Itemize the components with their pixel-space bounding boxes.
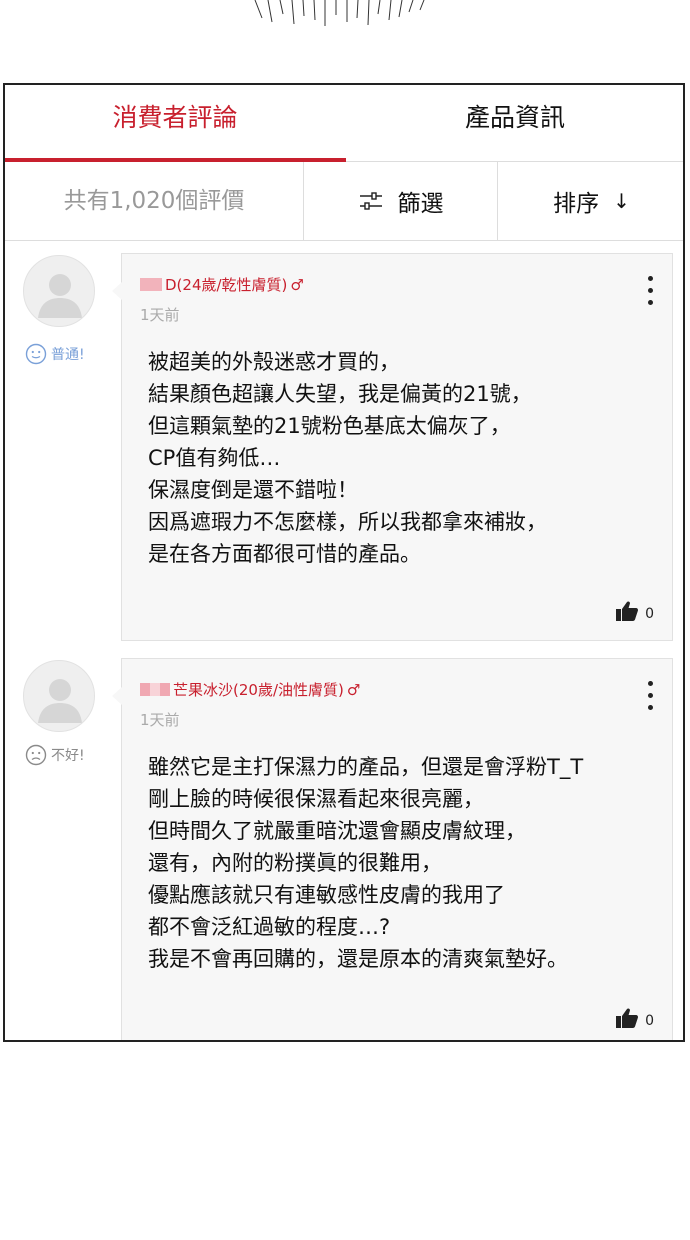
filter-button[interactable]: 篩選: [304, 162, 497, 240]
review-line: 被超美的外殼迷惑才買的，: [148, 350, 400, 374]
reviewer-info: D(24歲/乾性膚質) ♂: [140, 274, 304, 295]
neutral-face-icon: [25, 343, 47, 365]
sort-label: 排序: [553, 191, 600, 217]
review-text: 雖然它是主打保濕力的產品，但還是會浮粉T_T 剛上臉的時候很保濕看起來很亮麗， …: [148, 751, 658, 975]
review-line: 因爲遮瑕力不怎麼樣，所以我都拿來補妝，: [148, 510, 547, 534]
more-options-icon[interactable]: [644, 681, 656, 717]
male-icon: ♂: [346, 680, 361, 699]
review-text: 被超美的外殼迷惑才買的， 結果顏色超讓人失望，我是偏黃的21號， 但這顆氣墊的2…: [148, 346, 658, 570]
review-line: 都不會泛紅過敏的程度…?: [148, 915, 391, 939]
tab-product-info[interactable]: 產品資訊: [345, 85, 683, 161]
censored-name: [140, 278, 162, 291]
rating-badge: 不好!: [25, 744, 85, 766]
thumbs-up-icon: [616, 601, 639, 621]
like-button[interactable]: 0: [615, 600, 654, 622]
reviewer-name: D(24歲/乾性膚質): [165, 276, 288, 294]
rating-label: 不好!: [51, 748, 85, 764]
speech-tail: [112, 687, 122, 705]
speech-tail: [112, 282, 122, 300]
thumbs-up-icon: [616, 1008, 639, 1028]
censored-name: [140, 683, 170, 696]
rating-label: 普通!: [51, 347, 85, 363]
like-count: 0: [645, 1013, 654, 1029]
review-count: 共有1,020個評價: [63, 188, 245, 214]
review-line: 剛上臉的時候很保濕看起來很亮麗，: [148, 787, 484, 811]
more-options-icon[interactable]: [644, 276, 656, 312]
sad-face-icon: [25, 744, 47, 766]
like-count: 0: [645, 606, 654, 622]
like-button[interactable]: 0: [615, 1007, 654, 1029]
reviewer-name: 芒果冰沙(20歲/油性膚質): [173, 681, 344, 699]
avatar: [23, 255, 95, 327]
review-line: 雖然它是主打保濕力的產品，但還是會浮粉T_T: [148, 755, 584, 779]
review-line: 結果顏色超讓人失望，我是偏黃的21號，: [148, 382, 532, 406]
review-line: 是在各方面都很可惜的產品。: [148, 542, 421, 566]
filter-label: 篩選: [397, 191, 444, 217]
review-toolbar: 共有1,020個評價 篩選 排序 ↓: [5, 162, 683, 241]
user-silhouette-icon: [38, 679, 82, 723]
review-card: D(24歲/乾性膚質) ♂ 1天前 被超美的外殼迷惑才買的， 結果顏色超讓人失望…: [112, 253, 673, 641]
decorative-lines: [254, 0, 425, 26]
review-card: 芒果冰沙(20歲/油性膚質) ♂ 1天前 雖然它是主打保濕力的產品，但還是會浮粉…: [112, 658, 673, 1040]
review-line: CP值有夠低…: [148, 446, 281, 470]
user-silhouette-icon: [38, 274, 82, 318]
reviewer-info: 芒果冰沙(20歲/油性膚質) ♂: [140, 679, 360, 700]
review-line: 還有，內附的粉撲眞的很難用，: [148, 851, 442, 875]
rating-badge: 普通!: [25, 343, 85, 365]
tab-reviews[interactable]: 消費者評論: [5, 85, 345, 161]
sort-arrow-icon: ↓: [613, 189, 630, 213]
male-icon: ♂: [290, 275, 304, 294]
review-line: 我是不會再回購的，還是原本的清爽氣墊好。: [148, 947, 568, 971]
reviews-panel: 消費者評論 產品資訊 共有1,020個評價 篩選 排序 ↓ 普通! D(24歲/…: [3, 83, 685, 1042]
review-line: 但時間久了就嚴重暗沈還會顯皮膚紋理，: [148, 819, 526, 843]
filter-icon: [359, 192, 382, 210]
review-line: 但這顆氣墊的21號粉色基底太偏灰了，: [148, 414, 511, 438]
review-line: 優點應該就只有連敏感性皮膚的我用了: [148, 883, 505, 907]
review-line: 保濕度倒是還不錯啦！: [148, 478, 358, 502]
avatar: [23, 660, 95, 732]
sort-button[interactable]: 排序 ↓: [498, 162, 683, 240]
tab-bar: 消費者評論 產品資訊: [5, 85, 683, 162]
review-time: 1天前: [140, 711, 180, 729]
review-time: 1天前: [140, 306, 180, 324]
